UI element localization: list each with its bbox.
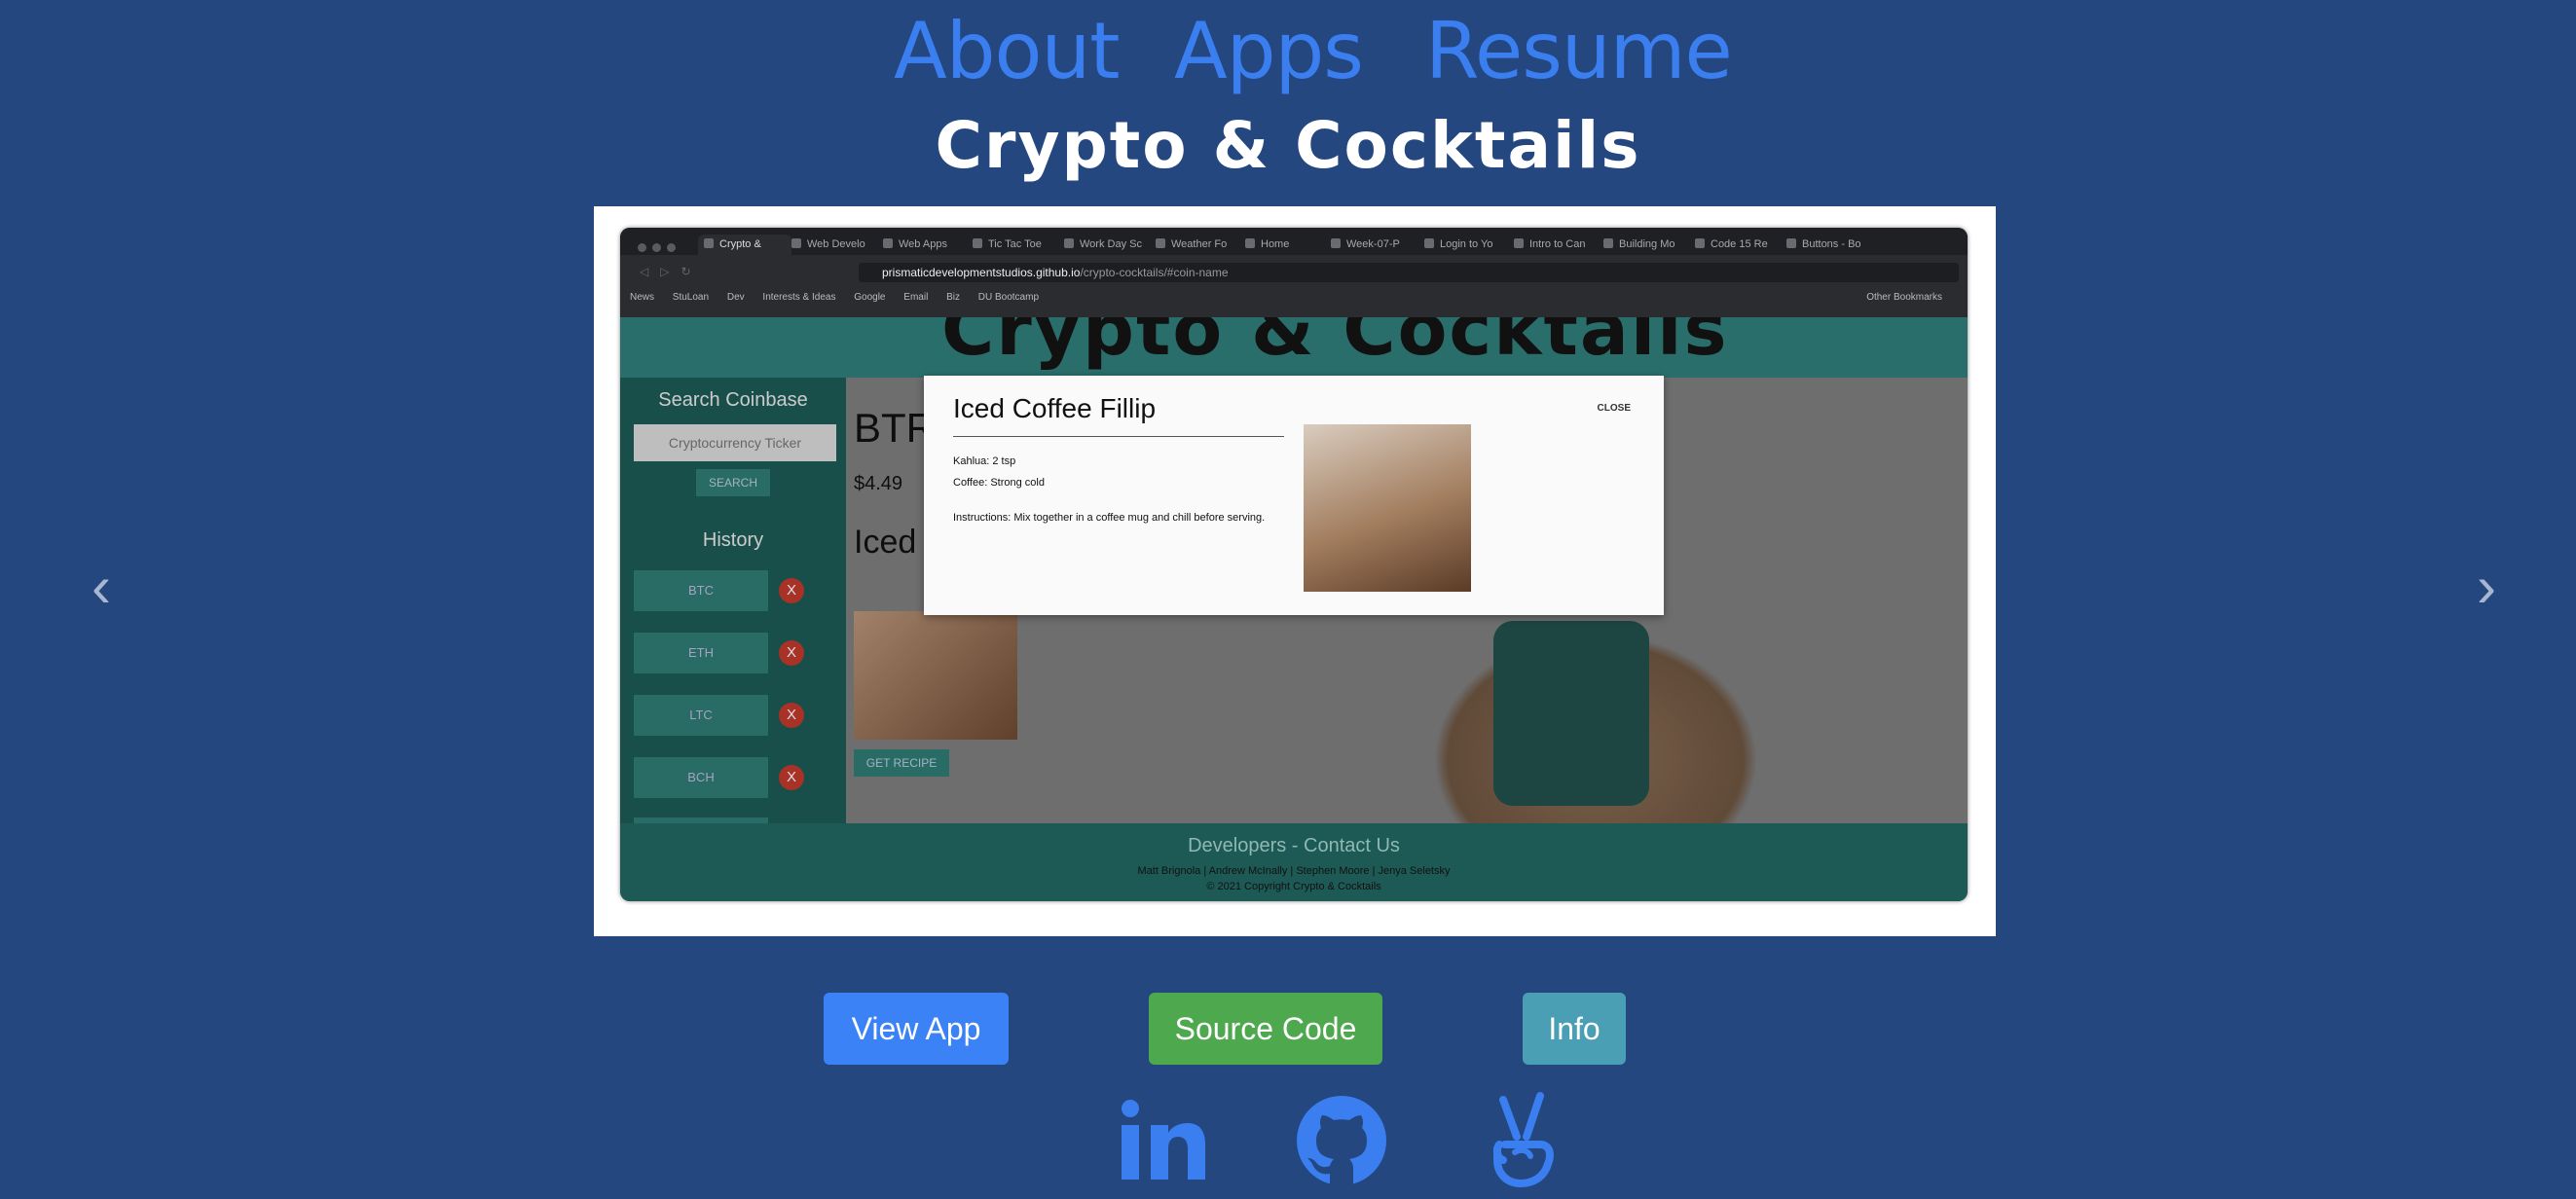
browser-tab-strip: Crypto & Web Develo Web Apps Tic Tac Toe… (620, 228, 1968, 255)
browser-tab: Tic Tac Toe (973, 235, 1056, 255)
nav-apps-link[interactable]: Apps (1174, 8, 1364, 95)
browser-tab: Code 15 Re (1695, 235, 1777, 255)
carousel-next-arrow-icon[interactable]: › (2467, 558, 2506, 616)
nav-about-link[interactable]: About (894, 8, 1121, 95)
browser-tab: Home (1245, 235, 1323, 255)
footer-heading: Developers - Contact Us (1188, 835, 1400, 856)
footer-developers: Matt Brignola | Andrew McInally | Stephe… (1137, 865, 1451, 877)
browser-tab: Week-07-P (1331, 235, 1413, 255)
linkedin-icon[interactable] (1118, 1090, 1207, 1187)
browser-address: prismaticdevelopmentstudios.github.io/cr… (859, 263, 1959, 282)
browser-tab: Buttons - Bo (1786, 235, 1868, 255)
bookmark-item: Interests & Ideas (762, 292, 836, 303)
modal-close-button: CLOSE (1597, 403, 1631, 414)
bookmark-item: Biz (946, 292, 960, 303)
browser-bookmarks-bar: News StuLoan Dev Interests & Ideas Googl… (630, 292, 1958, 309)
window-controls (638, 239, 681, 257)
carousel-prev-arrow-icon[interactable]: ‹ (82, 558, 121, 616)
app-header: Crypto & Cocktails (620, 317, 1968, 378)
modal-title: Iced Coffee Fillip (953, 393, 1157, 423)
modal-ingredient: Kahlua: 2 tsp (953, 455, 1016, 467)
modal-instructions: Instructions: Mix together in a coffee m… (953, 512, 1266, 524)
view-app-button[interactable]: View App (824, 993, 1009, 1065)
peace-hand-icon[interactable] (1486, 1090, 1558, 1187)
browser-tab: Building Mo (1603, 235, 1685, 255)
bookmark-item: StuLoan (672, 292, 710, 303)
modal-drink-image (1304, 424, 1471, 592)
browser-tab: Web Apps (883, 235, 961, 255)
other-bookmarks: Other Bookmarks (1866, 292, 1942, 303)
browser-tab: Work Day Sc (1064, 235, 1148, 255)
top-nav: About Apps Resume (0, 8, 2576, 95)
browser-tab: Web Develo (791, 235, 874, 255)
browser-nav-icons: ◁▷↻ (640, 265, 703, 278)
browser-chrome: Crypto & Web Develo Web Apps Tic Tac Toe… (620, 228, 1968, 317)
recipe-modal: Iced Coffee Fillip CLOSE Kahlua: 2 tsp C… (924, 376, 1664, 615)
bookmark-item: Email (903, 292, 929, 303)
browser-tab: Intro to Can (1514, 235, 1596, 255)
browser-url-bar: ◁▷↻ prismaticdevelopmentstudios.github.i… (640, 263, 1959, 284)
browser-tab: Login to Yo (1424, 235, 1506, 255)
modal-divider (953, 436, 1284, 437)
source-code-button[interactable]: Source Code (1149, 993, 1382, 1065)
project-screenshot: Crypto & Web Develo Web Apps Tic Tac Toe… (620, 228, 1968, 901)
bookmark-item: Google (854, 292, 886, 303)
info-button[interactable]: Info (1523, 993, 1626, 1065)
browser-tab: Weather Fo (1156, 235, 1239, 255)
github-icon[interactable] (1295, 1090, 1388, 1187)
bookmark-item: Dev (726, 292, 745, 303)
project-screenshot-frame: Crypto & Web Develo Web Apps Tic Tac Toe… (594, 206, 1996, 936)
modal-ingredient: Coffee: Strong cold (953, 477, 1045, 489)
footer-copyright: © 2021 Copyright Crypto & Cocktails (1206, 881, 1381, 892)
project-title: Crypto & Cocktails (935, 108, 1641, 183)
browser-tab: Crypto & (698, 235, 791, 255)
app-logo: Crypto & Cocktails (941, 317, 1729, 372)
app-footer: Developers - Contact Us Matt Brignola | … (620, 823, 1968, 901)
nav-resume-link[interactable]: Resume (1425, 8, 1733, 95)
bookmark-item: DU Bootcamp (977, 292, 1040, 303)
bookmark-item: News (630, 292, 655, 303)
